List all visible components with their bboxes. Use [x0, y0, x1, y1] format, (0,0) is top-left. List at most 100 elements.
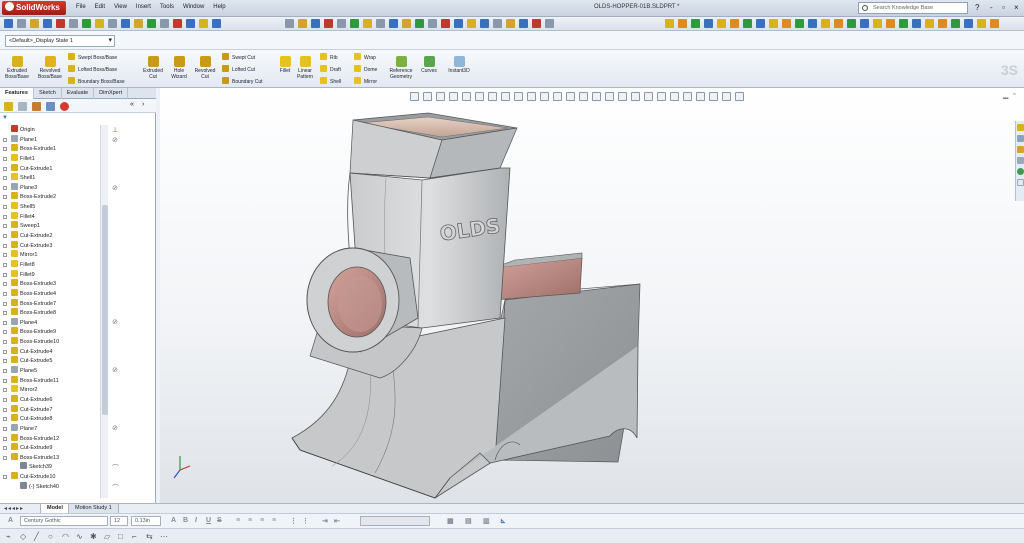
display-manager-icon[interactable] [60, 102, 69, 111]
toolbar-tool-icon[interactable] [415, 19, 424, 28]
toolbar-tool-icon[interactable] [147, 19, 156, 28]
tree-item[interactable]: Boss-Extrude12 [0, 433, 100, 444]
expand-toggle-icon[interactable] [3, 272, 7, 277]
font-select[interactable]: Century Gothic [20, 516, 108, 526]
expand-toggle-icon[interactable] [3, 262, 7, 267]
menu-window[interactable]: Window [183, 4, 204, 10]
toolbar-tool-icon[interactable] [69, 19, 78, 28]
tree-item[interactable]: Boss-Extrude2 [0, 192, 100, 202]
numbering-icon[interactable]: ⋮ [290, 517, 297, 525]
toolbar-tool-icon[interactable] [337, 19, 346, 28]
tree-item[interactable]: Mirror1 [0, 250, 100, 260]
toolbar-tool-icon[interactable] [121, 19, 130, 28]
toolbar-tool-icon[interactable] [311, 19, 320, 28]
restore-button[interactable]: ▫ [1002, 3, 1005, 12]
tree-item[interactable]: Cut-Extrude3 [0, 240, 100, 251]
toolbar-tool-icon[interactable] [808, 19, 817, 28]
dimxpert-manager-icon[interactable] [46, 102, 55, 111]
toolbar-tool-icon[interactable] [428, 19, 437, 28]
toolbar-tool-icon[interactable] [691, 19, 700, 28]
expand-toggle-icon[interactable] [3, 475, 7, 480]
tree-item[interactable]: Origin [0, 125, 100, 135]
draft-button[interactable]: Draft [320, 65, 341, 73]
toolbar-tool-icon[interactable] [17, 19, 26, 28]
tree-item[interactable]: Cut-Extrude6 [0, 394, 100, 405]
toolbar-tool-icon[interactable] [964, 19, 973, 28]
bold-icon[interactable]: B [183, 517, 188, 524]
toolbar-tool-icon[interactable] [376, 19, 385, 28]
table-icon[interactable]: ▦ [447, 517, 454, 525]
toolbar-tool-icon[interactable] [821, 19, 830, 28]
symbol-icon[interactable]: ▤ [465, 517, 472, 525]
expand-toggle-icon[interactable] [3, 407, 7, 412]
tree-item[interactable]: Fillet9 [0, 269, 100, 280]
tree-item[interactable]: Shell5 [0, 202, 100, 212]
tree-item[interactable]: Boss-Extrude1 [0, 144, 100, 154]
tab-navigation-arrows-icon[interactable]: ◂◂◂▸▸ [4, 505, 24, 512]
tab-evaluate[interactable]: Evaluate [62, 88, 95, 99]
panel-arrow-icon[interactable]: › [142, 101, 144, 108]
tree-item[interactable]: Cut-Extrude1 [0, 163, 100, 174]
trim-icon[interactable]: ⌐ [132, 532, 137, 541]
wrap-button[interactable]: Wrap [354, 53, 376, 61]
revolved-cut-button[interactable]: Revolved Cut [192, 56, 218, 80]
toolbar-tool-icon[interactable] [912, 19, 921, 28]
tree-item[interactable]: Boss-Extrude7 [0, 298, 100, 309]
toolbar-tool-icon[interactable] [990, 19, 999, 28]
tree-item[interactable]: Shell1 [0, 173, 100, 183]
toolbar-tool-icon[interactable] [665, 19, 674, 28]
tree-scrollbar[interactable] [100, 125, 108, 498]
smart-dimension-icon[interactable]: ◇ [20, 532, 26, 541]
expand-toggle-icon[interactable] [3, 340, 7, 345]
menu-tools[interactable]: Tools [160, 4, 174, 10]
tree-item[interactable]: Cut-Extrude8 [0, 414, 100, 424]
font-style-icon[interactable]: A [8, 517, 13, 524]
toolbar-tool-icon[interactable] [899, 19, 908, 28]
hole-wizard-button[interactable]: Hole Wizard [168, 56, 190, 80]
expand-toggle-icon[interactable] [3, 234, 7, 239]
swept-boss-button[interactable]: Swept Boss/Base [68, 53, 117, 61]
expand-toggle-icon[interactable] [3, 185, 7, 190]
style-select[interactable] [360, 516, 430, 526]
toolbar-tool-icon[interactable] [678, 19, 687, 28]
expand-toggle-icon[interactable] [3, 330, 7, 335]
rib-button[interactable]: Rib [320, 53, 338, 61]
font-color-icon[interactable]: A [171, 517, 176, 524]
feature-manager-icon[interactable] [4, 102, 13, 111]
configuration-manager-icon[interactable] [32, 102, 41, 111]
toolbar-tool-icon[interactable] [756, 19, 765, 28]
toolbar-tool-icon[interactable] [532, 19, 541, 28]
tree-item[interactable]: Fillet4 [0, 211, 100, 222]
toolbar-tool-icon[interactable] [467, 19, 476, 28]
menu-edit[interactable]: Edit [95, 4, 105, 10]
tree-item[interactable]: Boss-Extrude13 [0, 452, 100, 463]
minimize-button[interactable]: - [990, 3, 993, 12]
toolbar-tool-icon[interactable] [743, 19, 752, 28]
tree-item[interactable]: (-) Sketch40 [0, 481, 100, 492]
shell-button[interactable]: Shell [320, 77, 341, 85]
extruded-cut-button[interactable]: Extruded Cut [140, 56, 166, 80]
toolbar-tool-icon[interactable] [717, 19, 726, 28]
tab-dimxpert[interactable]: DimXpert [94, 88, 129, 99]
tree-item[interactable]: Boss-Extrude9 [0, 327, 100, 337]
tree-item[interactable]: Boss-Extrude3 [0, 279, 100, 289]
toolbar-tool-icon[interactable] [834, 19, 843, 28]
tree-item[interactable]: Boss-Extrude4 [0, 288, 100, 299]
toolbar-tool-icon[interactable] [173, 19, 182, 28]
toolbar-tool-icon[interactable] [506, 19, 515, 28]
close-button[interactable]: × [1014, 3, 1019, 12]
indent-icon[interactable]: ⇥ [322, 517, 328, 525]
align-left-icon[interactable]: ≡ [236, 517, 240, 524]
toolbar-tool-icon[interactable] [769, 19, 778, 28]
tree-item[interactable]: Fillet8 [0, 259, 100, 270]
help-button[interactable]: ? [975, 3, 979, 12]
toolbar-tool-icon[interactable] [480, 19, 489, 28]
outdent-icon[interactable]: ⇤ [334, 517, 340, 525]
toolbar-tool-icon[interactable] [704, 19, 713, 28]
expand-toggle-icon[interactable] [3, 301, 7, 306]
configuration-dropdown[interactable]: <Default>_Display State 1 [5, 35, 115, 47]
expand-toggle-icon[interactable] [3, 417, 7, 422]
toolbar-tool-icon[interactable] [108, 19, 117, 28]
tree-item[interactable]: Sketch39 [0, 462, 100, 472]
toolbar-tool-icon[interactable] [441, 19, 450, 28]
